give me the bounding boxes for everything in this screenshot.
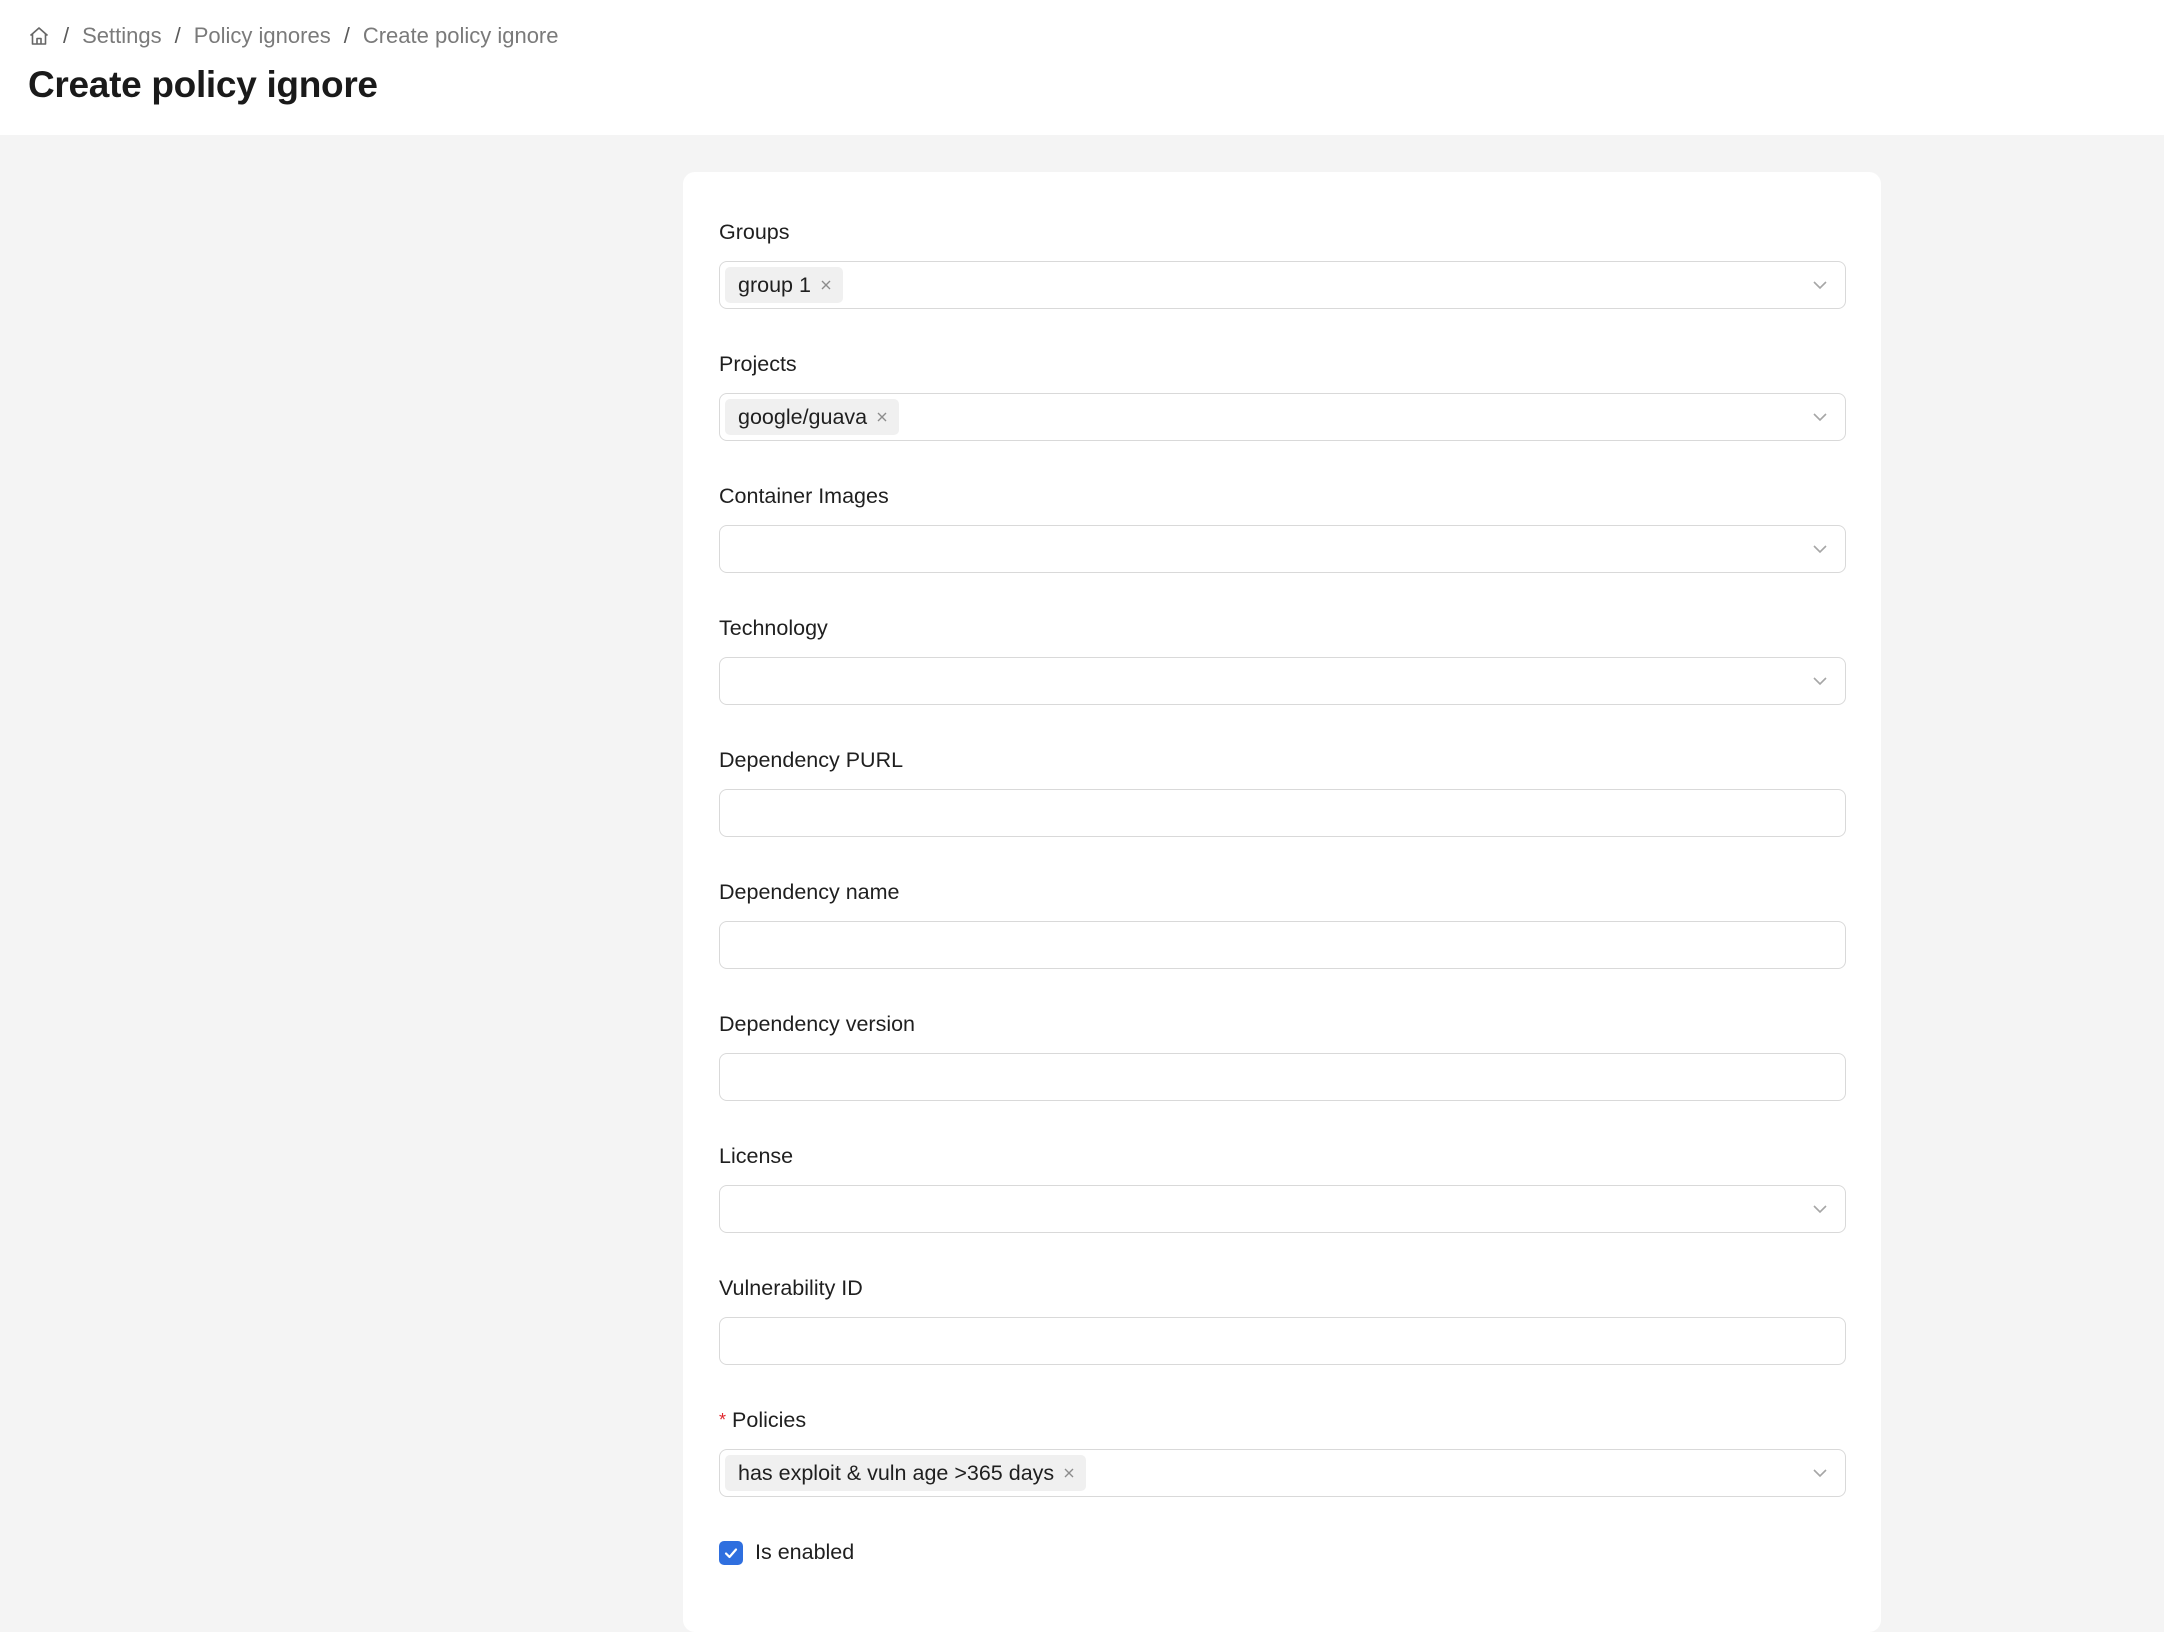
vulnerability-id-field: Vulnerability ID <box>719 1273 1846 1365</box>
dependency-purl-input[interactable] <box>725 790 1845 836</box>
chevron-down-icon <box>1813 545 1827 554</box>
required-mark: * <box>719 1410 727 1430</box>
close-icon[interactable] <box>1060 1464 1078 1482</box>
chevron-down-icon <box>1813 281 1827 290</box>
groups-tag: group 1 <box>725 267 843 303</box>
dependency-version-input[interactable] <box>725 1054 1845 1100</box>
license-select[interactable] <box>719 1185 1846 1233</box>
policies-tag-label: has exploit & vuln age >365 days <box>738 1460 1055 1485</box>
groups-field: Groups group 1 <box>719 217 1846 309</box>
projects-label: Projects <box>719 352 797 376</box>
chevron-down-icon <box>1813 413 1827 422</box>
technology-field: Technology <box>719 613 1846 705</box>
close-icon[interactable] <box>817 276 835 294</box>
chevron-down-icon <box>1813 1205 1827 1214</box>
checkmark-icon <box>724 1547 738 1558</box>
chevron-down-icon <box>1813 1469 1827 1478</box>
projects-tag: google/guava <box>725 399 900 435</box>
dependency-purl-field: Dependency PURL <box>719 745 1846 837</box>
breadcrumb: / Settings / Policy ignores / Create pol… <box>28 20 559 52</box>
technology-label: Technology <box>719 616 828 640</box>
dependency-version-field: Dependency version <box>719 1009 1846 1101</box>
container-images-select[interactable] <box>719 525 1846 573</box>
breadcrumb-separator: / <box>174 23 181 48</box>
policies-label-text: Policies <box>732 1408 807 1432</box>
policies-tag: has exploit & vuln age >365 days <box>725 1455 1087 1491</box>
breadcrumb-separator: / <box>63 23 70 48</box>
policies-select[interactable]: has exploit & vuln age >365 days <box>719 1449 1846 1497</box>
vulnerability-id-label: Vulnerability ID <box>719 1276 863 1300</box>
container-images-field: Container Images <box>719 481 1846 573</box>
projects-tag-label: google/guava <box>738 404 868 429</box>
dependency-purl-wrapper <box>719 789 1846 837</box>
close-icon[interactable] <box>873 408 891 426</box>
projects-select[interactable]: google/guava <box>719 393 1846 441</box>
chevron-down-icon <box>1813 677 1827 686</box>
groups-select[interactable]: group 1 <box>719 261 1846 309</box>
form-card: Groups group 1 Projects google/guava Con… <box>683 172 1881 1632</box>
projects-field: Projects google/guava <box>719 349 1846 441</box>
page-header: / Settings / Policy ignores / Create pol… <box>0 0 2164 135</box>
policies-label: * Policies <box>719 1405 1846 1435</box>
page-title: Create policy ignore <box>28 64 378 105</box>
breadcrumb-settings[interactable]: Settings <box>82 23 162 49</box>
groups-tag-label: group 1 <box>738 272 811 297</box>
breadcrumb-policy-ignores[interactable]: Policy ignores <box>194 23 331 49</box>
breadcrumb-create-policy-ignore: Create policy ignore <box>362 23 559 48</box>
home-icon[interactable] <box>28 25 50 47</box>
is-enabled-checkbox[interactable] <box>719 1540 743 1565</box>
dependency-name-field: Dependency name <box>719 877 1846 969</box>
license-field: License <box>719 1141 1846 1233</box>
dependency-name-input[interactable] <box>725 922 1845 968</box>
groups-label: Groups <box>719 220 790 244</box>
is-enabled-row: Is enabled <box>719 1540 854 1565</box>
vulnerability-id-input[interactable] <box>725 1318 1845 1364</box>
breadcrumb-separator: / <box>343 23 350 48</box>
dependency-version-label: Dependency version <box>719 1012 916 1036</box>
vulnerability-id-wrapper <box>719 1317 1846 1365</box>
container-images-label: Container Images <box>719 484 889 508</box>
dependency-purl-label: Dependency PURL <box>719 748 904 772</box>
dependency-name-label: Dependency name <box>719 880 900 904</box>
policies-field: * Policies has exploit & vuln age >365 da… <box>719 1405 1846 1497</box>
license-label: License <box>719 1144 794 1168</box>
dependency-version-wrapper <box>719 1053 1846 1101</box>
dependency-name-wrapper <box>719 921 1846 969</box>
technology-select[interactable] <box>719 657 1846 705</box>
is-enabled-label[interactable]: Is enabled <box>755 1540 854 1565</box>
